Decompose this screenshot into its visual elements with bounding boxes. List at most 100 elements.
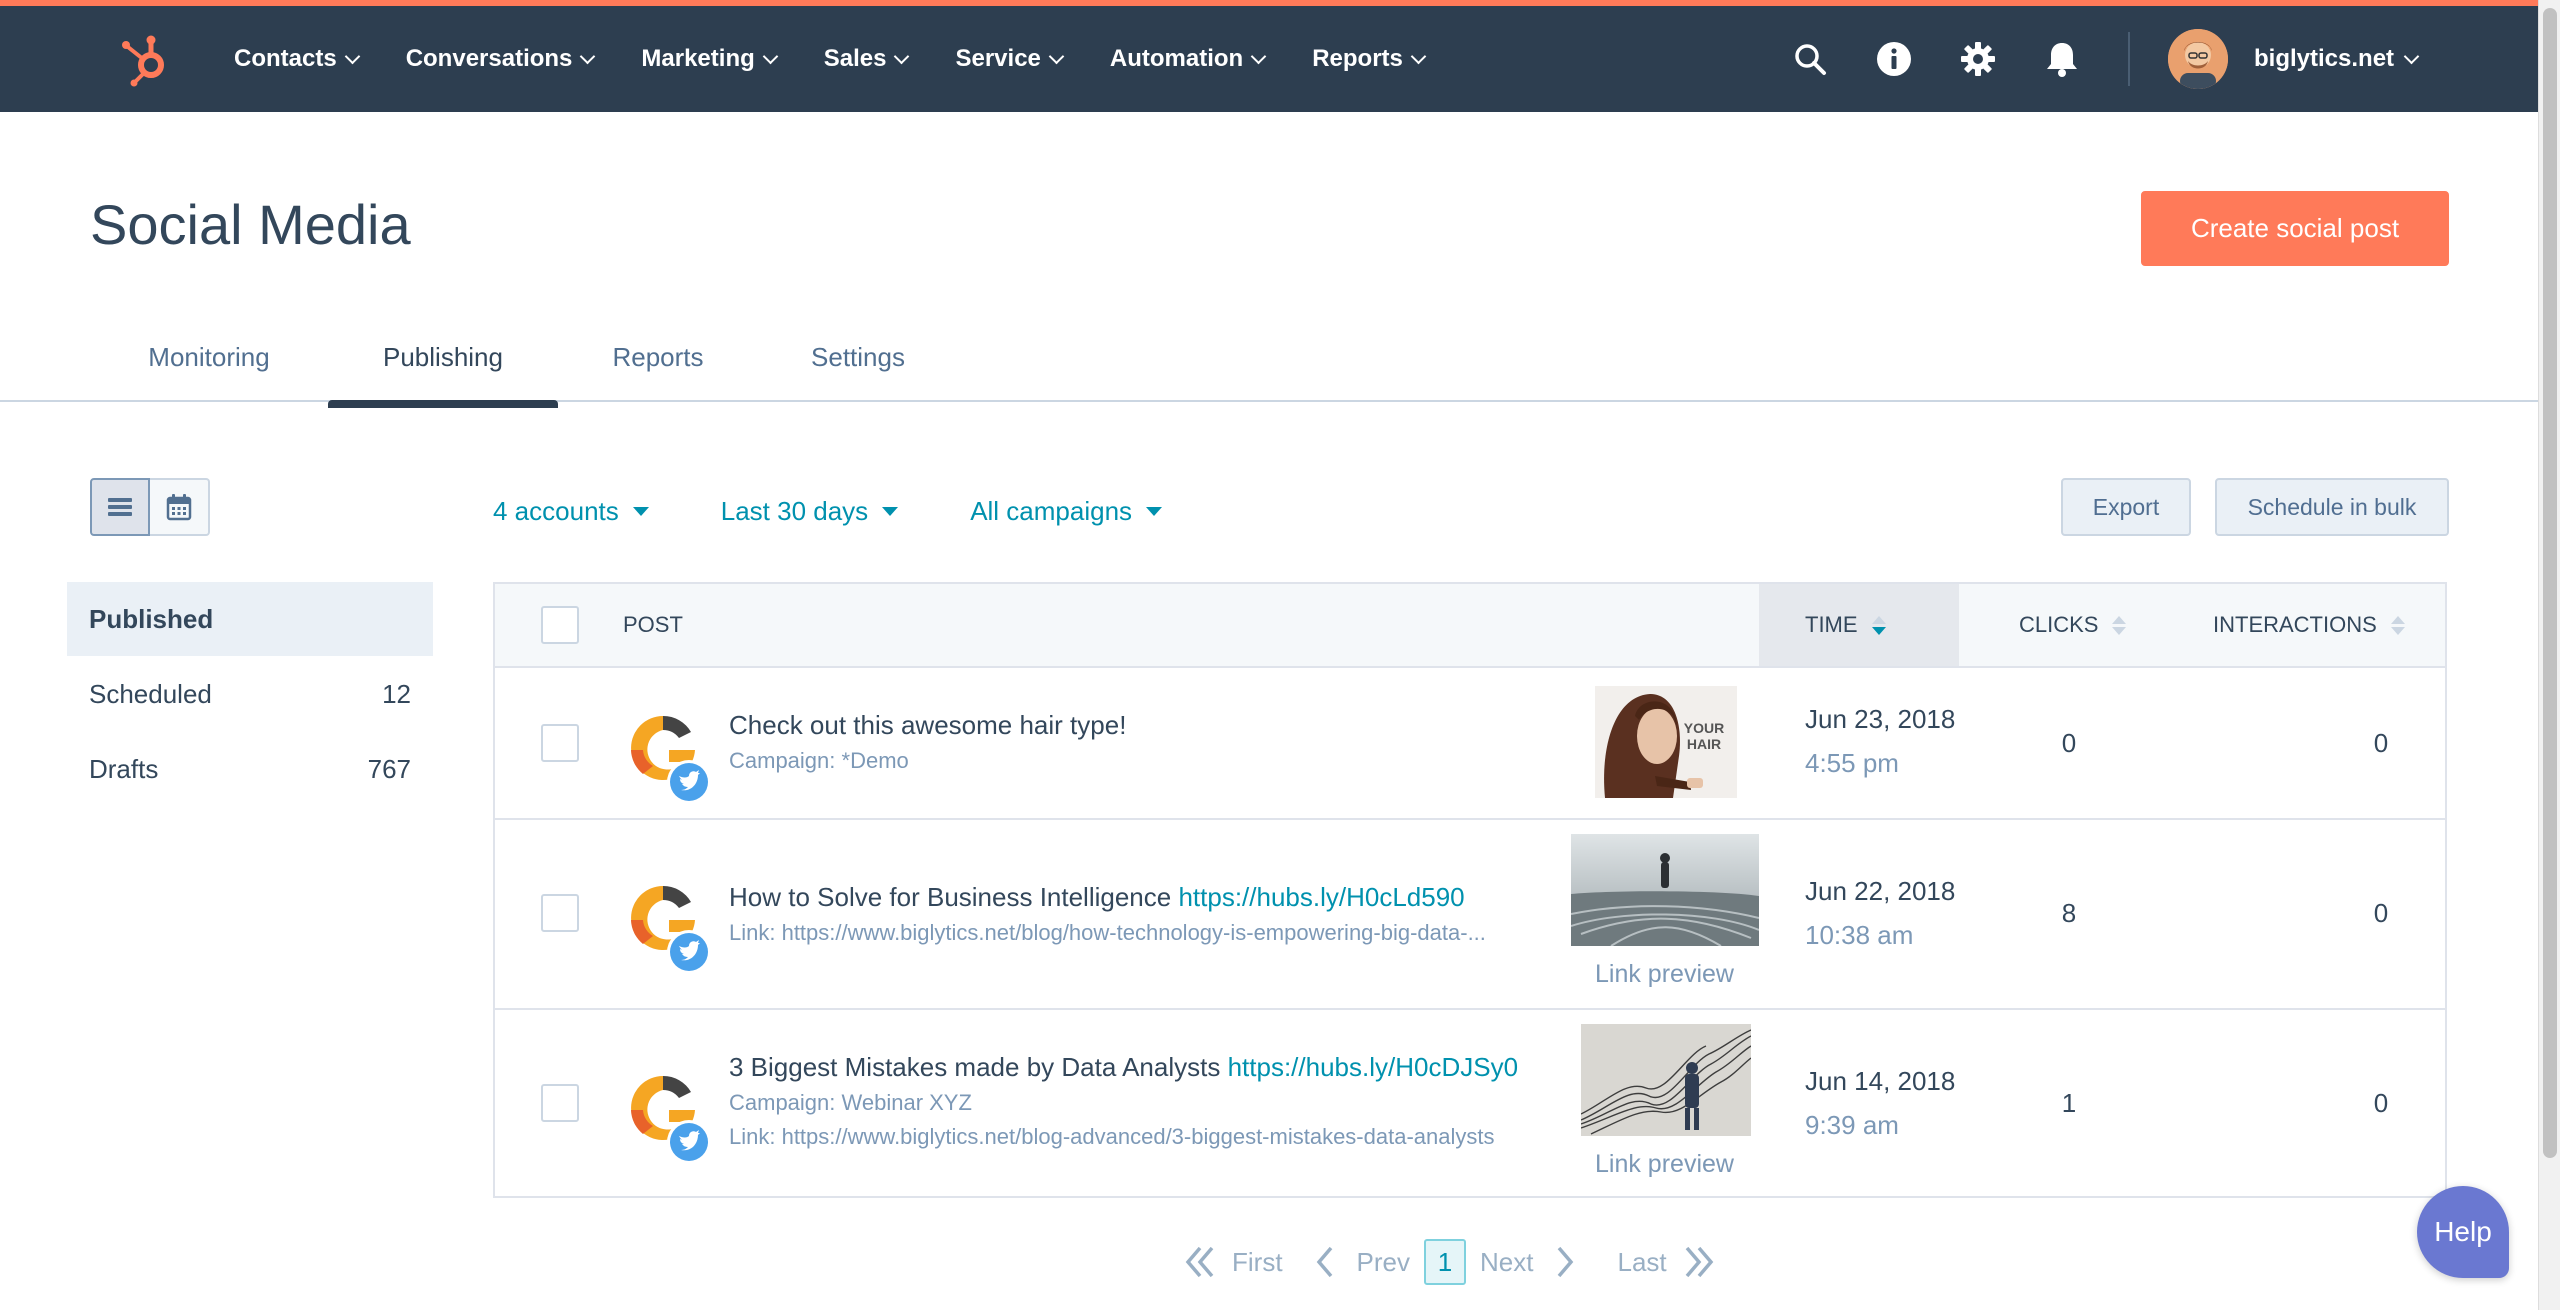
post-image-thumbnail[interactable]: YOUR HAIR <box>1595 686 1737 798</box>
post-text[interactable]: 3 Biggest Mistakes made by Data Analysts… <box>729 1052 1518 1083</box>
double-chevron-left-icon <box>1185 1246 1214 1278</box>
sidebar-item-count: 767 <box>367 753 411 784</box>
post-interactions: 0 <box>2373 898 2389 928</box>
nav-service[interactable]: Service <box>955 45 1065 73</box>
column-post: POST <box>623 612 683 637</box>
post-short-link[interactable]: https://hubs.ly/H0cLd590 <box>1178 882 1464 912</box>
chevron-down-icon <box>1048 48 1065 64</box>
list-icon <box>108 498 132 516</box>
publishing-sidebar: Published Scheduled 12 Drafts 767 <box>67 582 433 807</box>
post-link-detail[interactable]: Link: https://www.biglytics.net/blog/how… <box>729 920 1555 946</box>
hubspot-sprocket-icon[interactable] <box>118 31 174 87</box>
sidebar-item-drafts[interactable]: Drafts 767 <box>67 732 433 806</box>
next-page-button[interactable]: Next <box>1480 1242 1577 1282</box>
nav-marketing[interactable]: Marketing <box>641 45 779 73</box>
row-checkbox[interactable] <box>541 724 579 762</box>
nav-conversations[interactable]: Conversations <box>406 45 596 73</box>
nav-sales[interactable]: Sales <box>824 45 910 73</box>
post-text[interactable]: Check out this awesome hair type! <box>729 710 1126 741</box>
sort-icon <box>2112 615 2127 635</box>
gear-icon[interactable] <box>1958 39 1998 79</box>
tab-bar: Monitoring Publishing Reports Settings <box>0 330 2538 408</box>
sidebar-item-label: Published <box>89 603 214 634</box>
chevron-down-icon <box>344 48 360 64</box>
search-icon[interactable] <box>1790 39 1830 79</box>
chevron-down-icon <box>2403 48 2420 64</box>
caret-down-icon <box>882 507 899 516</box>
post-short-link[interactable]: https://hubs.ly/H0cDJSy0 <box>1228 1052 1518 1082</box>
account-menu[interactable]: biglytics.net <box>2168 29 2420 89</box>
post-time: 10:38 am <box>1805 920 1914 950</box>
link-preview-label[interactable]: Link preview <box>1595 1150 1734 1179</box>
accounts-filter[interactable]: 4 accounts <box>493 496 649 527</box>
first-page-button[interactable]: First <box>1180 1242 1283 1282</box>
caret-down-icon <box>1146 507 1163 516</box>
account-name: biglytics.net <box>2254 45 2395 72</box>
post-image-thumbnail[interactable] <box>1571 834 1759 946</box>
table-row[interactable]: Check out this awesome hair type! Campai… <box>495 668 2445 820</box>
post-clicks: 1 <box>2061 1088 2077 1118</box>
caret-down-icon <box>632 507 649 516</box>
post-campaign: Campaign: Webinar XYZ <box>729 1090 972 1115</box>
tab-reports[interactable]: Reports <box>610 330 706 402</box>
current-page[interactable]: 1 <box>1424 1239 1467 1285</box>
last-page-button[interactable]: Last <box>1617 1242 1718 1282</box>
post-link-detail[interactable]: Link: https://www.biglytics.net/blog-adv… <box>729 1124 1555 1150</box>
page-scrollbar[interactable] <box>2538 0 2560 1310</box>
post-time: 4:55 pm <box>1805 748 1899 778</box>
post-image-thumbnail[interactable] <box>1581 1024 1751 1136</box>
post-text[interactable]: How to Solve for Business Intelligence h… <box>729 882 1465 913</box>
posts-table: POST TIME CLICKS INTERACTIONS Check out … <box>493 582 2447 1198</box>
chevron-down-icon <box>580 48 596 64</box>
post-date: Jun 22, 2018 <box>1805 876 1956 906</box>
create-social-post-button[interactable]: Create social post <box>2141 191 2449 266</box>
sort-icon <box>1871 615 1886 635</box>
help-button[interactable]: Help <box>2417 1186 2509 1278</box>
avatar <box>2168 29 2228 89</box>
pagination: First Prev 1 Next Last <box>1180 1234 1719 1290</box>
chevron-down-icon <box>762 48 779 64</box>
sidebar-item-count: 12 <box>382 678 411 709</box>
nav-reports[interactable]: Reports <box>1312 45 1427 73</box>
campaigns-filter[interactable]: All campaigns <box>970 496 1163 527</box>
export-button[interactable]: Export <box>2061 478 2191 536</box>
post-time: 9:39 am <box>1805 1110 1899 1140</box>
calendar-view-button[interactable] <box>150 478 210 536</box>
date-range-filter[interactable]: Last 30 days <box>721 496 899 527</box>
sidebar-item-scheduled[interactable]: Scheduled 12 <box>67 657 433 731</box>
bell-icon[interactable] <box>2042 39 2082 79</box>
sidebar-item-published[interactable]: Published <box>67 582 433 656</box>
tab-publishing[interactable]: Publishing <box>328 330 558 408</box>
row-checkbox[interactable] <box>541 1084 579 1122</box>
post-campaign: Campaign: *Demo <box>729 748 909 773</box>
select-all-checkbox[interactable] <box>541 606 579 644</box>
nav-automation[interactable]: Automation <box>1110 45 1267 73</box>
post-clicks: 0 <box>2061 728 2077 758</box>
account-avatar-twitter-icon <box>613 876 713 976</box>
prev-page-button[interactable]: Prev <box>1313 1242 1410 1282</box>
sidebar-item-label: Drafts <box>89 753 159 784</box>
column-interactions[interactable]: INTERACTIONS <box>2213 584 2405 666</box>
nav-divider <box>2128 32 2130 86</box>
post-interactions: 0 <box>2373 728 2389 758</box>
list-view-button[interactable] <box>90 478 150 536</box>
nav-contacts[interactable]: Contacts <box>234 45 360 73</box>
scrollbar-thumb[interactable] <box>2543 8 2557 1158</box>
link-preview-label[interactable]: Link preview <box>1595 960 1734 989</box>
tab-settings[interactable]: Settings <box>808 330 908 402</box>
table-row[interactable]: How to Solve for Business Intelligence h… <box>495 820 2445 1010</box>
post-interactions: 0 <box>2373 1088 2389 1118</box>
column-time[interactable]: TIME <box>1759 584 1959 666</box>
sidebar-item-label: Scheduled <box>89 678 212 709</box>
page-title: Social Media <box>90 193 411 256</box>
chevron-down-icon <box>1250 48 1267 64</box>
schedule-in-bulk-button[interactable]: Schedule in bulk <box>2215 478 2449 536</box>
account-avatar-twitter-icon <box>613 706 713 806</box>
info-icon[interactable] <box>1874 39 1914 79</box>
row-checkbox[interactable] <box>541 894 579 932</box>
chevron-down-icon <box>894 48 910 64</box>
chevron-down-icon <box>1410 48 1427 64</box>
column-clicks[interactable]: CLICKS <box>2019 584 2127 666</box>
table-row[interactable]: 3 Biggest Mistakes made by Data Analysts… <box>495 1010 2445 1196</box>
tab-monitoring[interactable]: Monitoring <box>143 330 275 402</box>
